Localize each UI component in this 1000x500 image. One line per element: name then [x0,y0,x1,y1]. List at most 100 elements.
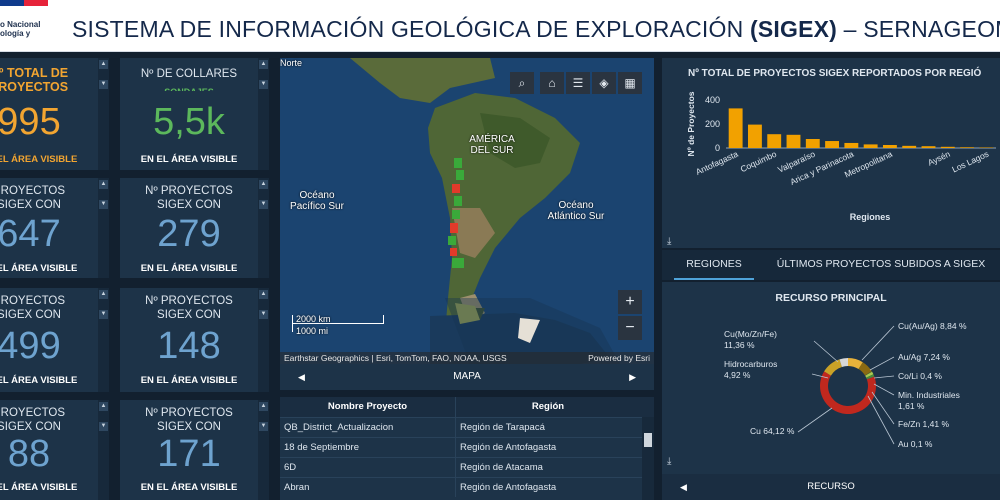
map-label-continent: AMÉRICA DEL SUR [469,134,515,156]
bar[interactable] [844,142,859,148]
indicator-value: 647 [0,213,61,255]
x-tick-label: Los Lagos [950,149,990,175]
scrollbar[interactable]: ▲ ▼ [98,400,109,500]
indicator-proyectos-con-2: PROYECTOS SIGEX CON 499 EN EL ÁREA VISIB… [0,288,98,392]
indicator-value: 88 [7,433,51,475]
map-north: Norte [280,58,303,68]
indicator-value: 995 [0,101,61,143]
scrollbar[interactable]: ▲ ▼ [98,58,109,170]
bar-chart-panel: Nº TOTAL DE PROYECTOS SIGEX REPORTADOS P… [662,58,1000,248]
download-icon[interactable]: ⤓ [667,456,671,467]
bar[interactable] [728,108,743,148]
leader-line [873,375,895,379]
map-footer-label: MAPA [453,371,481,382]
tab-ultimos-proyectos[interactable]: ÚLTIMOS PROYECTOS SUBIDOS A SIGEX [766,250,996,280]
prev-arrow-icon[interactable]: ◀ [298,364,305,390]
indicator-value: 148 [157,325,221,367]
bar[interactable] [825,141,840,148]
tab-regiones[interactable]: REGIONES [674,250,754,280]
y-tick-label: 400 [705,95,720,105]
x-tick-label: Coquimbo [739,149,779,175]
scrollbar[interactable]: ▲ ▼ [98,288,109,392]
indicator-proyectos-con-4: Nº PROYECTOS SIGEX CON 279 EN EL ÁREA VI… [120,178,258,278]
bar[interactable] [960,147,975,148]
indicator-value: 5,5k [153,101,225,143]
indicator-total-proyectos: Nº TOTAL DE PROYECTOS 995 EN EL ÁREA VIS… [0,58,98,170]
header: o Nacional ología y SISTEMA DE INFORMACI… [0,0,1000,52]
scrollbar[interactable]: ▲ ▼ [98,178,109,278]
map-view[interactable]: Norte AMÉRICA DEL SUR Océano Pacífico Su… [280,58,654,364]
y-tick-label: 200 [705,119,720,129]
indicator-proyectos-con-5: Nº PROYECTOS SIGEX CON 148 EN EL ÁREA VI… [120,288,258,392]
table-scrollbar[interactable] [642,417,654,500]
leader-line [861,325,895,361]
table-row[interactable]: 6D Región de Atacama [280,457,654,477]
indicator-proyectos-con-6: Nº PROYECTOS SIGEX CON 171 EN EL ÁREA VI… [120,400,258,500]
indicator-value: 279 [157,213,221,255]
indicator-proyectos-con-3: PROYECTOS SIGEX CON 88 EN EL ÁREA VISIBL… [0,400,98,500]
slice-label-co-li: Co/Li 0,4 % [898,371,942,381]
bar[interactable] [902,145,917,148]
bar[interactable] [767,134,782,148]
indicator-value: 171 [157,433,221,475]
bar[interactable] [921,146,936,148]
layers-icon[interactable]: ◈ [592,72,616,94]
search-icon[interactable]: ⌕ [510,72,534,94]
map-attribution: Earthstar Geographics | Esri, TomTom, FA… [280,352,654,364]
indicator-proyectos-con-1: PROYECTOS SIGEX CON 647 EN EL ÁREA VISIB… [0,178,98,278]
scrollbar[interactable]: ▲ ▼ [258,288,269,392]
basemap-gallery-icon[interactable]: ▦ [618,72,642,94]
donut-footer-bar: ◀ RECURSO [662,474,1000,500]
prev-arrow-icon[interactable]: ◀ [680,474,687,500]
bar[interactable] [882,145,897,148]
map-footer-bar: ◀ MAPA ▶ [280,364,654,390]
table-row[interactable]: 18 de Septiembre Región de Antofagasta [280,437,654,457]
table-header: Nombre Proyecto Región [280,397,654,417]
zoom-out-button[interactable]: − [618,316,642,340]
projects-table: Nombre Proyecto Región QB_District_Actua… [280,397,654,500]
logo [0,0,48,6]
scrollbar[interactable]: ▲ ▼ [258,400,269,500]
slice-label-min-ind: Min. Industriales 1,61 % [898,390,960,411]
y-axis-label: Nº de Proyectos [686,91,696,156]
scrollbar[interactable]: ▲ ▼ [258,58,269,170]
list-icon[interactable]: ☰ [566,72,590,94]
table-row[interactable]: Abran Región de Antofagasta [280,477,654,497]
slice-label-cu-mo: Cu(Mo/Zn/Fe) 11,36 % [724,329,777,350]
scrollbar[interactable]: ▲ ▼ [258,178,269,278]
slice-label-hidrocarburos: Hidrocarburos 4,92 % [724,359,778,380]
slice-label-cu: Cu 64,12 % [750,426,795,436]
slice-label-cu-au: Cu(Au/Ag) 8,84 % [898,321,967,331]
slice-label-au-ag: Au/Ag 7,24 % [898,352,950,362]
donut-chart-panel: RECURSO PRINCIPAL Cu(Mo/Zn/Fe) 11,36 % Hi… [662,282,1000,500]
zoom-in-button[interactable]: + [618,290,642,314]
map-scale-bar: 2000 km 1000 mi [292,312,384,340]
table-row[interactable]: QB_District_Actualizacion Región de Tarap… [280,417,654,437]
next-arrow-icon[interactable]: ▶ [629,364,636,390]
home-icon[interactable]: ⌂ [540,72,564,94]
x-axis-label: Regiones [850,212,891,222]
download-icon[interactable]: ⤓ [667,236,671,247]
bar[interactable] [940,146,955,148]
logo-text: o Nacional ología y [0,20,41,38]
page-title: SISTEMA DE INFORMACIÓN GEOLÓGICA DE EXPL… [72,16,1000,42]
indicator-collares: Nº DE COLLARES SONDAJES 5,5k EN EL ÁREA … [120,58,258,170]
map-toolbar: ⌕ ⌂ ☰ ◈ ▦ [508,72,642,94]
leader-line [873,383,895,396]
bar[interactable] [805,139,820,148]
slice-label-fe-zn: Fe/Zn 1,41 % [898,419,950,429]
donut-chart[interactable] [662,282,1000,472]
bar-chart[interactable]: 0200400Antofagasta CoquimboValparaísoAric… [662,58,1000,248]
y-tick-label: 0 [715,143,720,153]
bar[interactable] [747,124,762,148]
indicator-value: 499 [0,325,61,367]
slice-label-au: Au 0,1 % [898,439,933,449]
x-tick-label: Aysén [926,149,952,168]
map-label-atlantic: Océano Atlántico Sur [547,200,605,222]
bar[interactable] [786,134,801,148]
leader-line [813,340,839,363]
leader-line [869,356,895,371]
leader-line [867,395,895,445]
map-label-pacific: Océano Pacífico Sur [290,190,344,212]
bar[interactable] [863,144,878,148]
